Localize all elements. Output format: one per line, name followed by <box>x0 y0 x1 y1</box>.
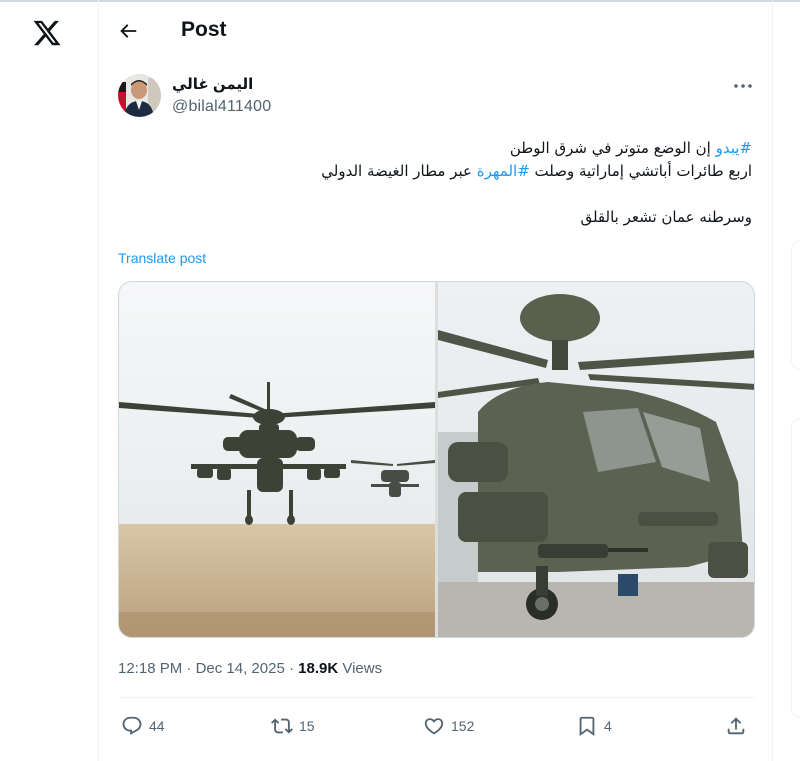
post-actions: 44 15 152 4 <box>99 708 774 744</box>
tweet-text-fragment: إن الوضع متوتر في شرق الوطن <box>509 139 716 157</box>
tweet-text: #يبدو إن الوضع متوتر في شرق الوطن اربع ط… <box>192 137 752 229</box>
arrow-left-icon[interactable] <box>117 20 139 42</box>
author-handle[interactable]: @bilal411400 <box>172 98 271 116</box>
separator: · <box>284 660 299 677</box>
repost-button[interactable]: 15 <box>271 714 315 738</box>
post-time[interactable]: 12:18 PM <box>118 660 182 677</box>
post-column: Post اليمن غالي @bilal411400 #يبدو إن ال… <box>98 0 773 761</box>
separator: · <box>182 660 196 677</box>
post-date[interactable]: Dec 14, 2025 <box>196 660 285 677</box>
views-count: 18.9K <box>298 660 339 677</box>
share-button[interactable] <box>725 714 747 738</box>
right-sidebar <box>773 0 800 761</box>
tweet-line-2: اربع طائرات أباتشي إماراتية وصلت #المهرة… <box>192 160 752 183</box>
heart-icon <box>424 718 444 735</box>
repost-count: 15 <box>299 718 315 734</box>
tweet-text-fragment: اربع طائرات أباتشي إماراتية وصلت <box>529 162 752 180</box>
bookmark-icon <box>579 716 595 737</box>
hashtag-link[interactable]: #يبدو <box>716 139 752 157</box>
sidebar-card <box>791 418 800 718</box>
bookmark-count: 4 <box>604 718 612 734</box>
page-title: Post <box>181 18 227 41</box>
translate-post-link[interactable]: Translate post <box>118 250 206 266</box>
author-display-name[interactable]: اليمن غالي <box>172 75 253 93</box>
reply-button[interactable]: 44 <box>121 714 165 738</box>
post-header: Post <box>99 0 774 62</box>
media-image-right[interactable] <box>438 282 755 638</box>
views-label: Views <box>338 660 383 677</box>
avatar-image <box>118 74 161 117</box>
repost-icon <box>271 718 293 734</box>
tweet-line-3: وسرطنه عمان تشعر بالقلق <box>580 208 752 226</box>
like-button[interactable]: 152 <box>423 714 474 738</box>
hashtag-link[interactable]: #المهرة <box>477 162 530 180</box>
x-logo-icon[interactable] <box>31 18 63 48</box>
sidebar-card <box>791 240 800 370</box>
divider <box>118 697 755 698</box>
reply-count: 44 <box>149 718 165 734</box>
tweet-text-fragment: عبر مطار الغيضة الدولي <box>321 162 477 180</box>
left-nav <box>0 0 98 761</box>
post-timestamp: 12:18 PM · Dec 14, 2025 · 18.9K Views <box>118 660 382 677</box>
bookmark-button[interactable]: 4 <box>576 714 612 738</box>
reply-icon <box>122 716 142 735</box>
more-horizontal-icon[interactable] <box>731 78 755 94</box>
tweet-line-1: #يبدو إن الوضع متوتر في شرق الوطن <box>192 137 752 160</box>
media-image-left[interactable] <box>119 282 435 638</box>
media-grid <box>118 281 755 638</box>
share-icon <box>727 717 745 735</box>
avatar[interactable] <box>118 74 161 117</box>
like-count: 152 <box>451 718 475 734</box>
